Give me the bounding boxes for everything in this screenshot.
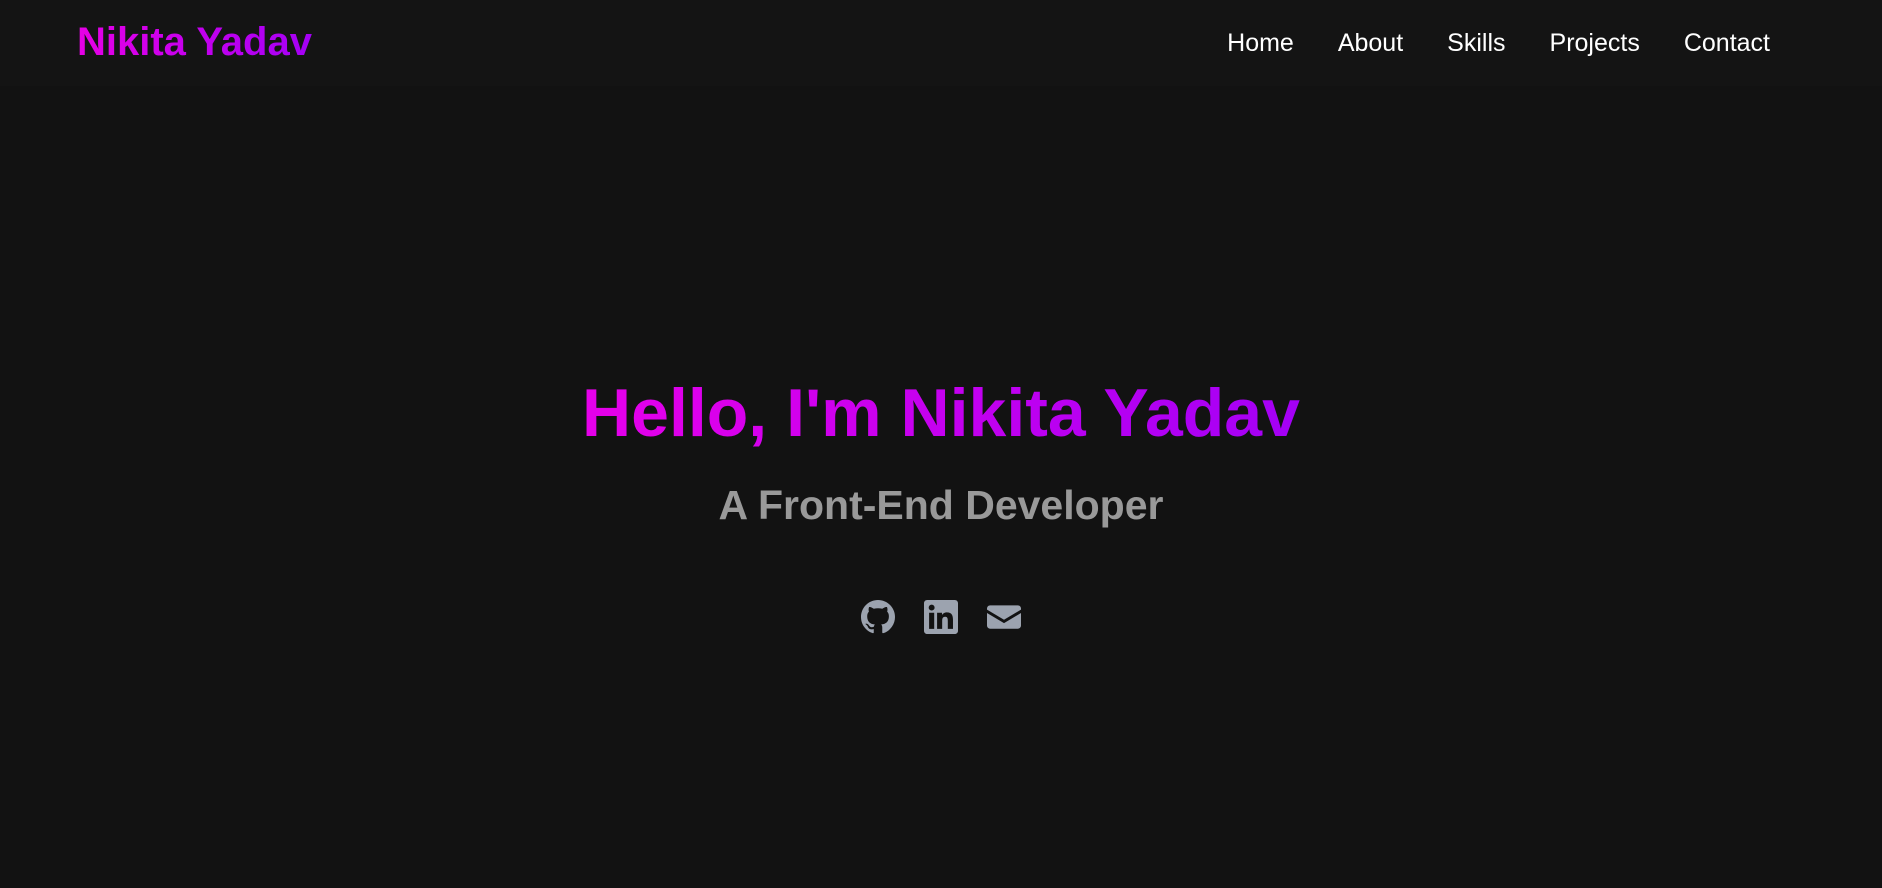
github-link[interactable] (861, 600, 895, 634)
linkedin-icon (924, 600, 958, 634)
brand-logo[interactable]: Nikita Yadav (77, 20, 312, 65)
navbar: Nikita Yadav Home About Skills Projects … (0, 0, 1882, 86)
github-icon (861, 600, 895, 634)
hero-subtitle: A Front-End Developer (718, 482, 1164, 528)
hero-title-text: Hello, I'm Nikita Yadav (582, 375, 1300, 451)
nav-links: Home About Skills Projects Contact (1227, 29, 1770, 58)
email-icon (987, 605, 1021, 629)
hero-title: Hello, I'm Nikita Yadav (0, 379, 1882, 447)
nav-link-home[interactable]: Home (1227, 29, 1294, 58)
nav-link-contact[interactable]: Contact (1684, 29, 1770, 58)
email-link[interactable] (987, 600, 1021, 634)
social-links (0, 600, 1882, 634)
nav-link-projects[interactable]: Projects (1550, 29, 1640, 58)
nav-link-about[interactable]: About (1338, 29, 1403, 58)
hero-section: Hello, I'm Nikita Yadav A Front-End Deve… (0, 86, 1882, 888)
nav-link-skills[interactable]: Skills (1447, 29, 1505, 58)
linkedin-link[interactable] (924, 600, 958, 634)
